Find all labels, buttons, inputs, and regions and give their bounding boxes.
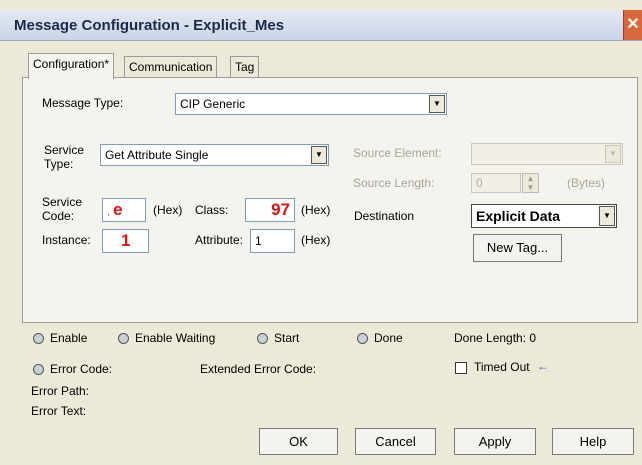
source-length-field[interactable]: 0 bbox=[471, 173, 521, 193]
service-code-prefix: , bbox=[107, 207, 110, 218]
destination-value: Explicit Data bbox=[476, 208, 561, 224]
message-configuration-dialog: Message Configuration - Explicit_Mes ✕ C… bbox=[0, 0, 642, 465]
enable-label: Enable bbox=[50, 331, 88, 345]
tab-configuration[interactable]: Configuration* bbox=[28, 53, 115, 79]
service-type-select[interactable]: Get Attribute Single ▼ bbox=[100, 144, 329, 166]
instance-value: 1 bbox=[121, 231, 131, 250]
tab-communication[interactable]: Communication bbox=[124, 56, 218, 78]
done-label: Done bbox=[374, 331, 403, 345]
done-indicator-icon bbox=[357, 333, 368, 344]
window-title: Message Configuration - Explicit_Mes bbox=[14, 17, 285, 34]
message-type-label: Message Type: bbox=[42, 96, 124, 110]
hex-label: (Hex) bbox=[301, 203, 331, 217]
destination-label: Destination bbox=[354, 209, 415, 223]
instance-label: Instance: bbox=[42, 233, 91, 247]
cancel-button[interactable]: Cancel bbox=[355, 428, 436, 455]
message-type-value: CIP Generic bbox=[180, 97, 246, 111]
attribute-label: Attribute: bbox=[195, 233, 244, 247]
start-label: Start bbox=[274, 331, 300, 345]
error-code-label: Error Code: bbox=[50, 362, 113, 376]
source-element-select[interactable]: ▼ bbox=[471, 143, 623, 165]
attribute-field[interactable]: 1 bbox=[250, 229, 295, 253]
error-path-label: Error Path: bbox=[31, 384, 90, 398]
apply-button[interactable]: Apply bbox=[454, 428, 536, 455]
bytes-label: (Bytes) bbox=[567, 176, 606, 190]
source-length-spinner[interactable]: ▲ ▼ bbox=[522, 173, 539, 193]
enable-waiting-indicator-icon bbox=[118, 333, 129, 344]
error-text-label: Error Text: bbox=[31, 404, 87, 418]
close-icon[interactable]: ✕ bbox=[623, 10, 642, 40]
destination-select[interactable]: Explicit Data ▼ bbox=[471, 204, 617, 228]
source-length-label: Source Length: bbox=[353, 176, 435, 190]
ok-button[interactable]: OK bbox=[259, 428, 338, 455]
error-code-indicator-icon bbox=[33, 364, 44, 375]
message-type-select[interactable]: CIP Generic ▼ bbox=[175, 93, 447, 115]
timed-out-label: Timed Out bbox=[474, 360, 530, 374]
timed-out-checkbox[interactable] bbox=[455, 362, 467, 374]
extended-error-code-label: Extended Error Code: bbox=[200, 362, 317, 376]
class-field[interactable]: 97 bbox=[245, 198, 295, 222]
new-tag-button[interactable]: New Tag... bbox=[473, 234, 562, 262]
service-type-label: Service Type: bbox=[44, 143, 85, 171]
source-element-label: Source Element: bbox=[353, 146, 442, 160]
class-value: 97 bbox=[271, 200, 290, 219]
service-code-field[interactable]: , e bbox=[102, 198, 146, 222]
arrow-left-icon: ← bbox=[537, 359, 549, 373]
class-label: Class: bbox=[195, 203, 229, 217]
hex-label: (Hex) bbox=[301, 233, 331, 247]
enable-indicator-icon bbox=[33, 333, 44, 344]
help-button[interactable]: Help bbox=[552, 428, 634, 455]
chevron-down-icon[interactable]: ▼ bbox=[429, 95, 445, 113]
chevron-down-icon: ▼ bbox=[605, 145, 621, 163]
chevron-down-icon[interactable]: ▼ bbox=[599, 206, 615, 226]
service-type-value: Get Attribute Single bbox=[105, 148, 209, 162]
service-code-value: e bbox=[113, 200, 123, 219]
done-length: Done Length: 0 bbox=[454, 331, 537, 345]
source-length-value: 0 bbox=[476, 176, 483, 190]
service-code-label: Service Code: bbox=[42, 195, 83, 223]
chevron-down-icon[interactable]: ▼ bbox=[311, 146, 327, 164]
enable-waiting-label: Enable Waiting bbox=[135, 331, 216, 345]
tab-tag[interactable]: Tag bbox=[230, 56, 260, 78]
attribute-value: 1 bbox=[255, 234, 262, 248]
hex-label: (Hex) bbox=[153, 203, 183, 217]
start-indicator-icon bbox=[257, 333, 268, 344]
instance-field[interactable]: 1 bbox=[102, 229, 149, 253]
title-bar[interactable]: Message Configuration - Explicit_Mes ✕ bbox=[0, 10, 642, 41]
